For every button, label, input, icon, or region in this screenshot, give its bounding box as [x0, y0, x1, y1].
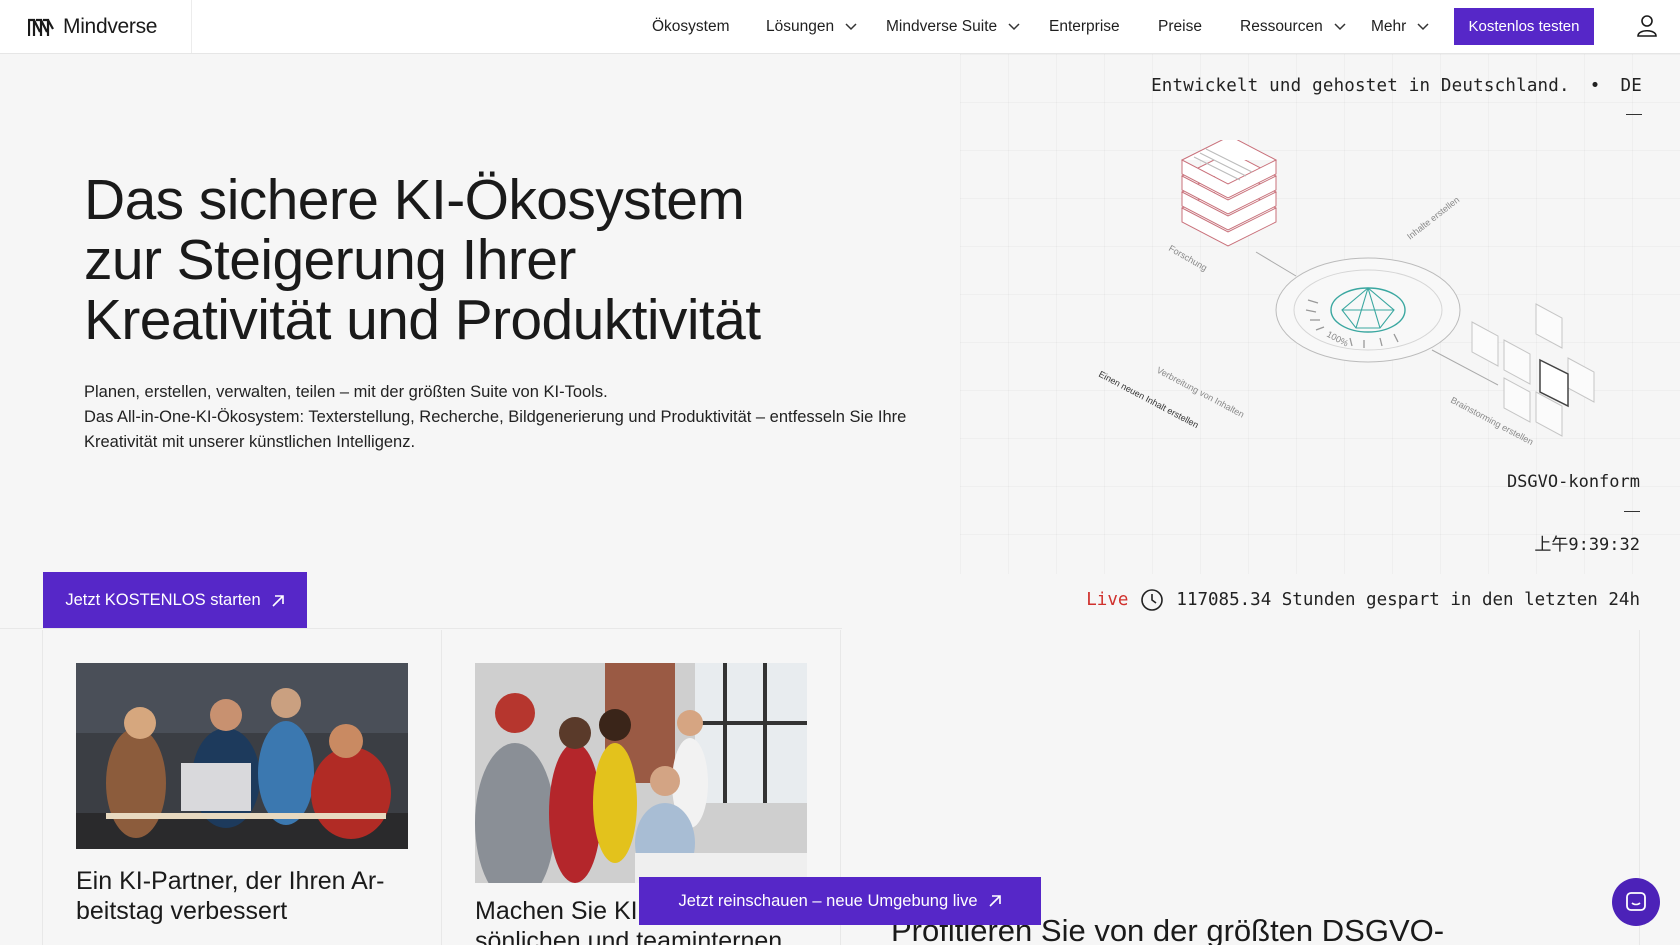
hero-description-line: Das All-in-One-KI-Ökosystem: Texterstell…: [84, 408, 907, 451]
hero-title-line: Das sichere KI-Ökosystem: [84, 168, 745, 232]
nav-item-label: Ressourcen: [1240, 17, 1323, 35]
nav-item-enterprise[interactable]: Enterprise: [1049, 0, 1120, 53]
live-stat-text: 117085.34 Stunden gespart in den letzten…: [1176, 590, 1640, 610]
nav-item-label: Mindverse Suite: [886, 17, 998, 35]
hero-title: Das sichere KI-Ökosystem zur Steigerung …: [84, 170, 844, 350]
start-free-label: Jetzt KOSTENLOS starten: [65, 591, 261, 609]
ecosystem-illustration: Forschung Inhalte erstellen 100% Einen n…: [1097, 140, 1595, 447]
nav-item-label: Preise: [1158, 17, 1202, 35]
start-free-button[interactable]: Jetzt KOSTENLOS starten: [43, 572, 307, 629]
card-title-line: sönlichen und teaminternen: [475, 927, 783, 945]
nav-item-oekosystem[interactable]: Ökosystem: [652, 0, 730, 53]
document-stack-icon: [1180, 140, 1278, 247]
nav-item-label: Enterprise: [1049, 17, 1120, 35]
clock-icon: [1141, 589, 1164, 611]
language-switch[interactable]: DE: [1621, 76, 1642, 96]
nav-item-label: Lösungen: [766, 17, 835, 35]
gdpr-divider: [1624, 511, 1640, 512]
hero-description: Planen, erstellen, verwalten, teilen – m…: [84, 380, 964, 455]
card-image-team-laptop: [76, 663, 408, 849]
free-trial-button[interactable]: Kostenlos testen: [1454, 8, 1594, 45]
card-title-line: beitstag verbessert: [76, 897, 288, 925]
nav-item-preise[interactable]: Preise: [1158, 0, 1202, 53]
chat-button[interactable]: [1612, 878, 1660, 926]
nav-item-ressourcen[interactable]: Ressourcen: [1240, 0, 1346, 53]
gdpr-compliant-label: DSGVO-konform: [1506, 472, 1640, 492]
chevron-down-icon: [1008, 22, 1020, 30]
feature-card[interactable]: Ein KI-Partner, der Ihren Ar- beitstag v…: [42, 630, 442, 945]
brand-logo[interactable]: Mindverse: [0, 0, 192, 53]
nav-item-loesungen[interactable]: Lösungen: [766, 0, 857, 53]
top-navbar: Mindverse Ökosystem Lösungen Mindverse S…: [0, 0, 1680, 54]
card-title: Ein KI-Partner, der Ihren Ar- beitstag v…: [76, 866, 416, 926]
banner-label: Jetzt reinschauen – neue Umgebung live: [678, 891, 978, 910]
nav-item-label: Mehr: [1371, 17, 1407, 35]
arrow-up-right-icon: [272, 594, 284, 607]
hero-description-line: Planen, erstellen, verwalten, teilen – m…: [84, 383, 608, 401]
nav-item-mehr[interactable]: Mehr: [1371, 0, 1429, 53]
hosted-text: Entwickelt und gehostet in Deutschland.: [1151, 76, 1570, 96]
hero-title-line: Kreativität und Produktivität: [84, 288, 761, 352]
nav-item-mindverse-suite[interactable]: Mindverse Suite: [886, 0, 1020, 53]
live-indicator: Live: [1086, 590, 1129, 610]
arrow-up-right-icon: [988, 895, 1001, 907]
mindverse-logo-icon: [28, 18, 54, 36]
new-environment-banner-button[interactable]: Jetzt reinschauen – neue Umgebung live: [639, 877, 1041, 925]
nav-item-label: Ökosystem: [652, 17, 730, 35]
chevron-down-icon: [1334, 22, 1346, 30]
chat-icon: [1626, 892, 1646, 911]
user-icon[interactable]: [1636, 14, 1658, 38]
brand-name: Mindverse: [63, 14, 158, 38]
live-clock: 上午9:39:32: [1534, 535, 1640, 555]
bullet-separator: •: [1589, 76, 1601, 96]
card-title-line: Ein KI-Partner, der Ihren Ar-: [76, 867, 385, 895]
label-research: Forschung: [1167, 243, 1209, 273]
hosted-in-germany: Entwickelt und gehostet in Deutschland. …: [1151, 76, 1642, 96]
hero-title-line: zur Steigerung Ihrer: [84, 228, 576, 292]
cards-divider: [0, 628, 842, 629]
chevron-down-icon: [845, 22, 857, 30]
chevron-down-icon: [1417, 22, 1429, 30]
language-underline: [1626, 114, 1642, 115]
label-create-content: Inhalte erstellen: [1405, 195, 1461, 242]
live-savings-stat: Live 117085.34 Stunden gespart in den le…: [1086, 588, 1640, 612]
card-image-team-meeting: [475, 663, 807, 883]
